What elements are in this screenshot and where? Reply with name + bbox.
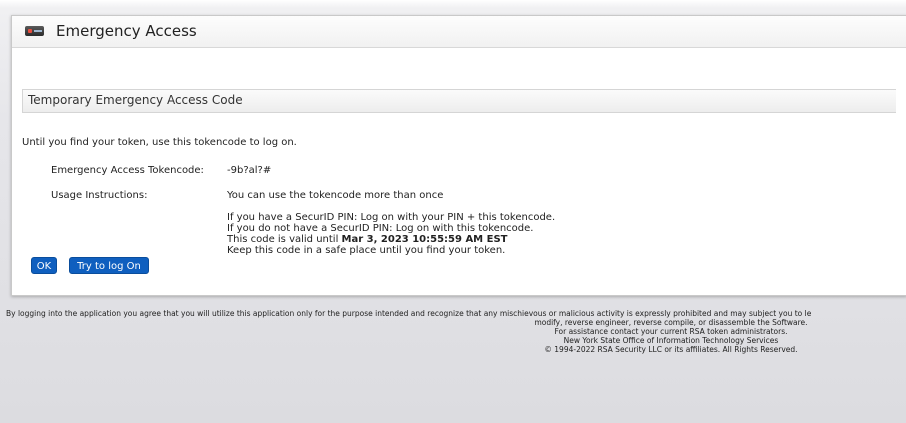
try-to-log-on-button[interactable]: Try to log On	[69, 257, 149, 274]
rsa-token-icon	[25, 26, 44, 36]
instruction-no-pin: If you do not have a SecurID PIN: Log on…	[227, 223, 534, 234]
tokencode-value: -9b?al?#	[227, 165, 272, 176]
instruction-keep-safe: Keep this code in a safe place until you…	[227, 245, 506, 256]
valid-prefix: This code is valid until	[227, 234, 342, 245]
panel-header: Emergency Access	[12, 16, 906, 48]
instruction-pin: If you have a SecurID PIN: Log on with y…	[227, 212, 556, 223]
intro-text: Until you find your token, use this toke…	[22, 137, 297, 148]
usage-label: Usage Instructions:	[51, 190, 148, 201]
ok-button[interactable]: OK	[31, 257, 57, 274]
tokencode-label: Emergency Access Tokencode:	[51, 165, 204, 176]
page-title: Emergency Access	[56, 22, 197, 40]
usage-value: You can use the tokencode more than once	[227, 190, 444, 201]
footer-copyright: © 1994-2022 RSA Security LLC or its affi…	[544, 345, 798, 354]
footer-terms-cont: modify, reverse engineer, reverse compil…	[534, 318, 808, 327]
valid-until: Mar 3, 2023 10:55:59 AM EST	[341, 234, 508, 245]
section-header: Temporary Emergency Access Code	[22, 89, 896, 113]
instruction-valid: This code is valid until Mar 3, 2023 10:…	[227, 234, 507, 245]
footer-org: New York State Office of Information Tec…	[563, 336, 779, 345]
footer-terms: By logging into the application you agre…	[6, 309, 812, 318]
section-title: Temporary Emergency Access Code	[28, 93, 243, 107]
footer-assistance: For assistance contact your current RSA …	[554, 327, 788, 336]
